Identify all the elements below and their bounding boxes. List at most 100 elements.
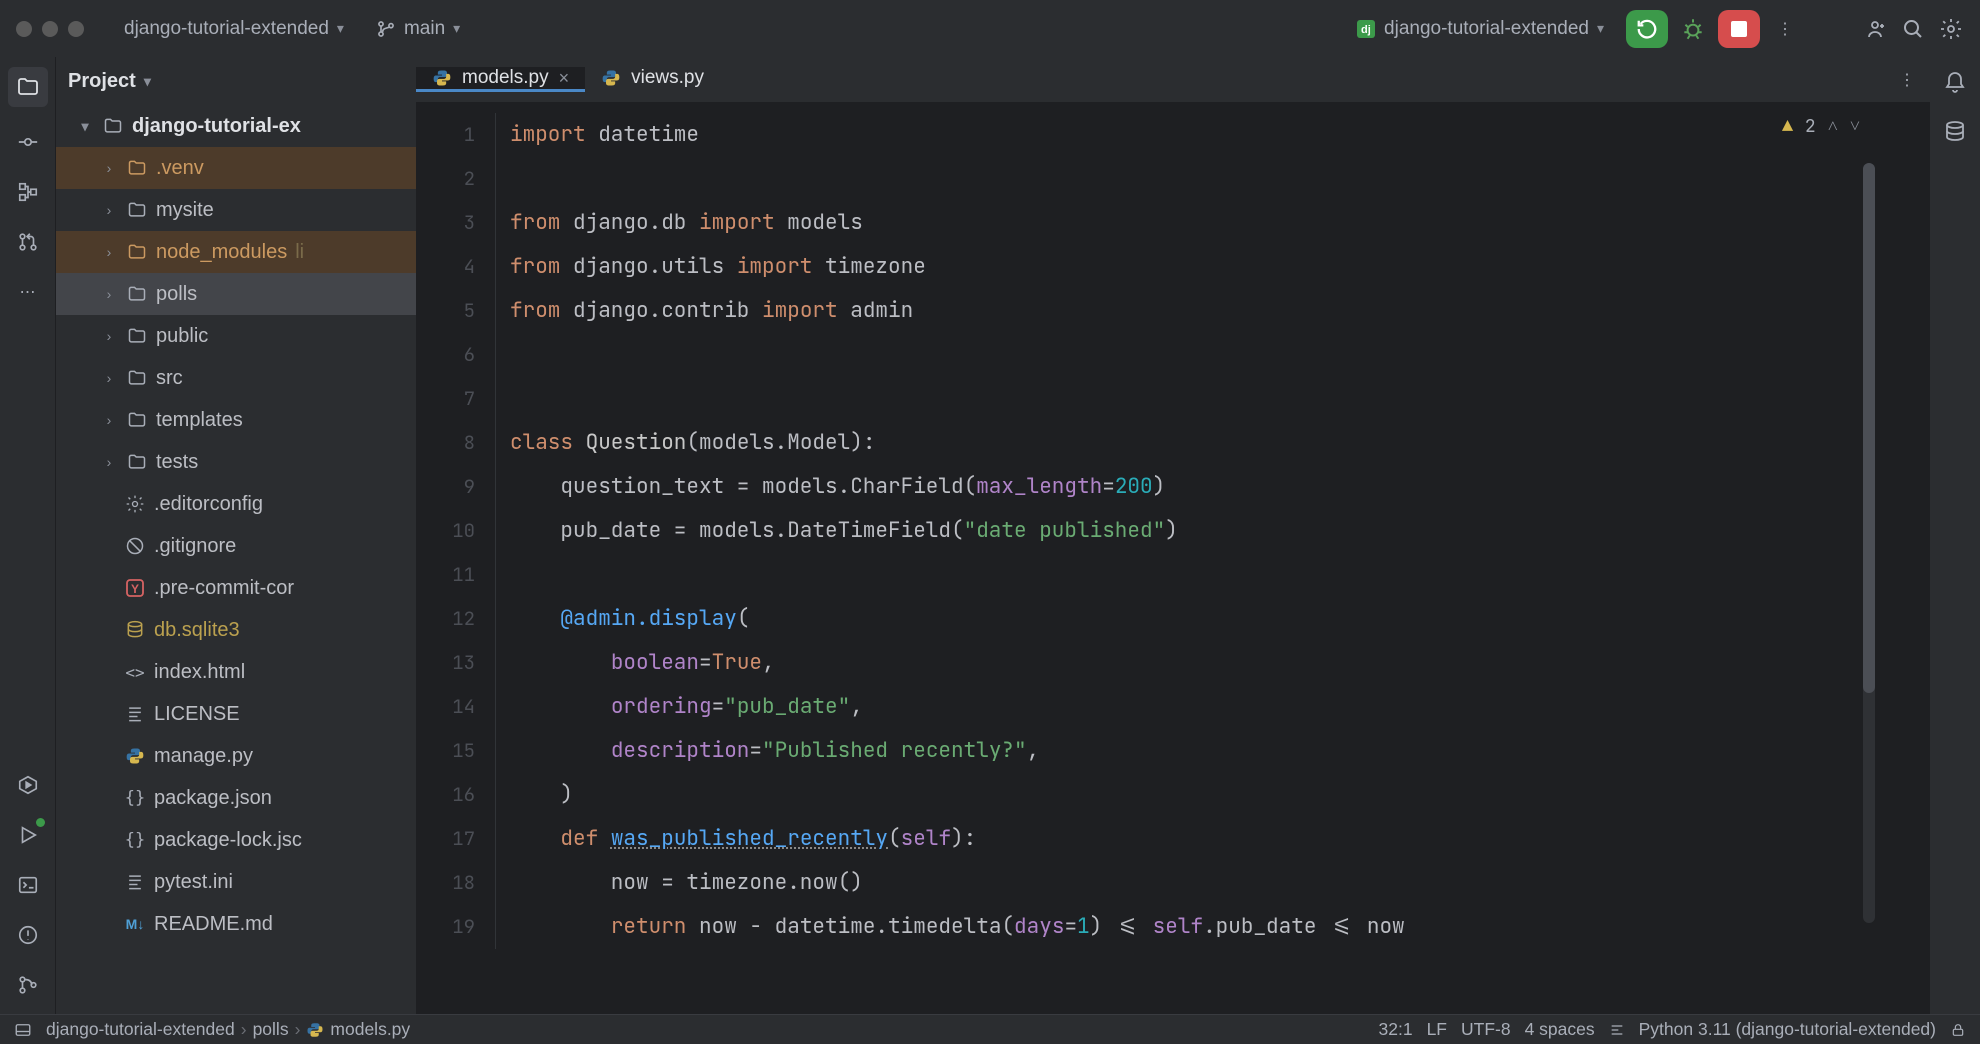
line-number[interactable]: 12	[416, 597, 496, 641]
indent-icon[interactable]	[1609, 1022, 1625, 1038]
settings-icon[interactable]	[1938, 16, 1964, 42]
commit-tool-icon[interactable]	[13, 127, 43, 157]
line-number[interactable]: 2	[416, 157, 496, 201]
debug-button[interactable]	[1680, 16, 1706, 42]
more-actions-icon[interactable]: ⋮	[1772, 16, 1798, 42]
tree-item[interactable]: M↓README.md	[56, 903, 416, 945]
close-icon[interactable]: ×	[559, 68, 570, 89]
structure-tool-icon[interactable]	[13, 177, 43, 207]
code-line[interactable]: ordering="pub_date",	[510, 685, 1930, 729]
project-panel-header[interactable]: Project ▾	[56, 57, 416, 105]
inspection-indicator[interactable]: ▲ 2 ˄ ˅	[1782, 115, 1860, 138]
code-line[interactable]: return now - datetime.timedelta(days=1) …	[510, 905, 1930, 949]
line-number[interactable]: 8	[416, 421, 496, 465]
tree-root[interactable]: ▾ django-tutorial-ex	[56, 105, 416, 147]
code-line[interactable]: now = timezone.now()	[510, 861, 1930, 905]
tree-item[interactable]: pytest.ini	[56, 861, 416, 903]
tree-item[interactable]: manage.py	[56, 735, 416, 777]
pull-requests-icon[interactable]	[13, 227, 43, 257]
branch-selector[interactable]: main ▾	[366, 14, 470, 44]
run-button[interactable]	[1626, 10, 1668, 48]
code-line[interactable]: description="Published recently?",	[510, 729, 1930, 773]
line-number[interactable]: 13	[416, 641, 496, 685]
nav-down-icon[interactable]: ˅	[1850, 115, 1860, 138]
line-number[interactable]: 4	[416, 245, 496, 289]
more-tools-icon[interactable]: ⋯	[13, 277, 43, 307]
problems-tool-icon[interactable]	[13, 920, 43, 950]
tree-item[interactable]: ›.venv	[56, 147, 416, 189]
tree-item[interactable]: ›src	[56, 357, 416, 399]
cursor-position[interactable]: 32:1	[1379, 1019, 1413, 1040]
notifications-icon[interactable]	[1940, 67, 1970, 97]
line-number[interactable]: 19	[416, 905, 496, 949]
code-line[interactable]: from django.utils import timezone	[510, 245, 1930, 289]
scrollbar-thumb[interactable]	[1863, 163, 1875, 693]
code-line[interactable]	[510, 333, 1930, 377]
line-number[interactable]: 18	[416, 861, 496, 905]
line-number[interactable]: 9	[416, 465, 496, 509]
code-line[interactable]: def was_published_recently(self):	[510, 817, 1930, 861]
database-icon[interactable]	[1940, 117, 1970, 147]
project-tool-icon[interactable]	[8, 67, 48, 107]
project-tree[interactable]: ▾ django-tutorial-ex ›.venv›mysite›node_…	[56, 105, 416, 1014]
line-gutter[interactable]: 12345678910111213141516171819	[416, 103, 496, 1014]
line-number[interactable]: 6	[416, 333, 496, 377]
run-config-selector[interactable]: dj django-tutorial-extended ▾	[1346, 14, 1614, 44]
tab-actions-icon[interactable]: ⋮	[1894, 67, 1920, 93]
tree-item[interactable]: db.sqlite3	[56, 609, 416, 651]
code-with-me-icon[interactable]	[1862, 16, 1888, 42]
code-line[interactable]: from django.contrib import admin	[510, 289, 1930, 333]
tree-item[interactable]: <>index.html	[56, 651, 416, 693]
project-selector[interactable]: django-tutorial-extended ▾	[114, 14, 354, 44]
tree-item[interactable]: ›mysite	[56, 189, 416, 231]
python-interpreter[interactable]: Python 3.11 (django-tutorial-extended)	[1639, 1019, 1936, 1040]
breadcrumb[interactable]: django-tutorial-extended › polls › model…	[46, 1019, 410, 1040]
terminal-tool-icon[interactable]	[13, 870, 43, 900]
line-number[interactable]: 5	[416, 289, 496, 333]
line-separator[interactable]: LF	[1427, 1019, 1447, 1040]
line-number[interactable]: 14	[416, 685, 496, 729]
line-number[interactable]: 17	[416, 817, 496, 861]
tree-item[interactable]: {}package.json	[56, 777, 416, 819]
search-icon[interactable]	[1900, 16, 1926, 42]
tree-item[interactable]: {}package-lock.jsc	[56, 819, 416, 861]
nav-up-icon[interactable]: ˄	[1828, 115, 1838, 138]
code-line[interactable]: class Question(models.Model):	[510, 421, 1930, 465]
code-line[interactable]	[510, 157, 1930, 201]
code-line[interactable]: @admin.display(	[510, 597, 1930, 641]
line-number[interactable]: 10	[416, 509, 496, 553]
lock-icon[interactable]	[1950, 1022, 1966, 1038]
tool-window-toggle-icon[interactable]	[14, 1021, 32, 1039]
code-content[interactable]: import datetime from django.db import mo…	[496, 103, 1930, 1014]
code-line[interactable]	[510, 377, 1930, 421]
tree-item[interactable]: ›public	[56, 315, 416, 357]
minimize-window-icon[interactable]	[42, 21, 58, 37]
tree-item[interactable]: ›polls	[56, 273, 416, 315]
vcs-tool-icon[interactable]	[13, 970, 43, 1000]
line-number[interactable]: 15	[416, 729, 496, 773]
tree-item[interactable]: ›templates	[56, 399, 416, 441]
run-tool-icon[interactable]	[13, 820, 43, 850]
line-number[interactable]: 3	[416, 201, 496, 245]
window-controls[interactable]	[16, 21, 84, 37]
tree-item[interactable]: LICENSE	[56, 693, 416, 735]
code-line[interactable]	[510, 553, 1930, 597]
breadcrumb-item[interactable]: polls	[253, 1019, 289, 1040]
line-number[interactable]: 16	[416, 773, 496, 817]
code-line[interactable]: question_text = models.CharField(max_len…	[510, 465, 1930, 509]
maximize-window-icon[interactable]	[68, 21, 84, 37]
breadcrumb-item[interactable]: django-tutorial-extended	[46, 1019, 235, 1040]
close-window-icon[interactable]	[16, 21, 32, 37]
breadcrumb-item[interactable]: models.py	[330, 1019, 410, 1040]
tree-item[interactable]: .editorconfig	[56, 483, 416, 525]
line-number[interactable]: 1	[416, 113, 496, 157]
editor-tab[interactable]: views.py	[585, 67, 720, 92]
line-number[interactable]: 7	[416, 377, 496, 421]
tree-item[interactable]: ›node_modules li	[56, 231, 416, 273]
services-tool-icon[interactable]	[13, 770, 43, 800]
editor-body[interactable]: 12345678910111213141516171819 import dat…	[416, 103, 1930, 1014]
code-line[interactable]: pub_date = models.DateTimeField("date pu…	[510, 509, 1930, 553]
tree-item[interactable]: Y.pre-commit-cor	[56, 567, 416, 609]
code-line[interactable]: from django.db import models	[510, 201, 1930, 245]
tree-item[interactable]: ›tests	[56, 441, 416, 483]
